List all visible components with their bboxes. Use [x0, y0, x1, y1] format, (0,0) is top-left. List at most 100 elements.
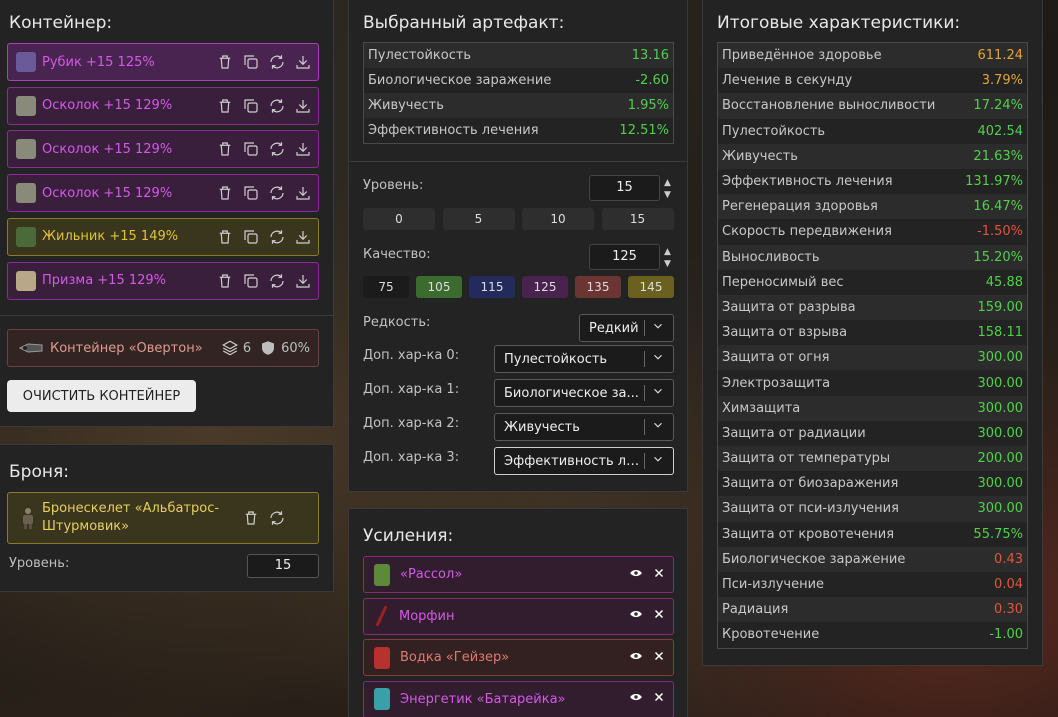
extra-stat-select[interactable]: Биологическое за... [494, 379, 674, 407]
eye-icon[interactable] [629, 566, 643, 584]
stat-value: -1.00 [989, 627, 1023, 643]
totals-title: Итоговые характеристики: [717, 13, 961, 33]
trash-icon[interactable] [242, 509, 260, 527]
level-preset-button[interactable]: 15 [601, 208, 674, 230]
stat-value: 0.30 [994, 602, 1023, 618]
level-preset-button[interactable]: 0 [363, 208, 435, 230]
refresh-icon[interactable] [268, 97, 286, 115]
level-up-icon[interactable]: ▲ [664, 178, 671, 188]
trash-icon[interactable] [216, 53, 234, 71]
stat-name: Живучесть [368, 98, 444, 113]
rarity-label: Редкость: [363, 315, 431, 330]
container-slot[interactable]: Осколок +15 129% [7, 174, 319, 213]
stat-row: Живучесть 1.95% [364, 93, 673, 118]
download-icon[interactable] [294, 53, 312, 71]
stat-row: Биологическое заражение 0.43 [718, 546, 1027, 572]
quality-preset-button[interactable]: 135 [575, 276, 621, 298]
bottle-icon [374, 646, 390, 669]
slot-label: Рубик +15 125% [42, 54, 155, 70]
quality-preset-button[interactable]: 115 [469, 276, 515, 298]
copy-icon[interactable] [242, 228, 260, 246]
refresh-icon[interactable] [268, 184, 286, 202]
selected-artifact-panel: Выбранный артефакт: Пулестойкость 13.16 Би… [348, 0, 688, 492]
level-input[interactable]: 15 [589, 175, 660, 201]
level-preset-button[interactable]: 5 [442, 208, 515, 230]
extra-stat-value: Пулестойкость [504, 351, 608, 367]
armor-icon [20, 507, 36, 529]
quality-preset-button[interactable]: 125 [522, 276, 568, 298]
eye-icon[interactable] [629, 607, 643, 625]
clear-container-button[interactable]: ОЧИСТИТЬ КОНТЕЙНЕР [7, 380, 196, 412]
refresh-icon[interactable] [268, 272, 286, 290]
download-icon[interactable] [294, 97, 312, 115]
close-icon[interactable] [653, 691, 665, 707]
trash-icon[interactable] [216, 184, 234, 202]
refresh-icon[interactable] [268, 509, 286, 527]
refresh-icon[interactable] [268, 140, 286, 158]
armor-level-input[interactable]: 15 [247, 554, 319, 578]
quality-preset-button[interactable]: 145 [628, 276, 674, 298]
close-icon[interactable] [653, 650, 665, 666]
armor-panel: Броня: Бронескелет «Альбатрос-Штурмовик»… [0, 444, 334, 592]
trash-icon[interactable] [216, 228, 234, 246]
boost-label: Водка «Гейзер» [400, 650, 510, 665]
rarity-select[interactable]: Редкий [579, 314, 674, 342]
copy-icon[interactable] [242, 140, 260, 158]
container-slot[interactable]: Осколок +15 129% [7, 130, 319, 169]
close-icon[interactable] [653, 608, 665, 624]
stat-row: Защита от температуры 200.00 [718, 446, 1027, 472]
extra-stat-select[interactable]: Пулестойкость [494, 345, 674, 373]
stat-value: 3.79% [981, 73, 1023, 89]
container-slot[interactable]: Осколок +15 129% [7, 86, 319, 125]
container-box[interactable]: Контейнер «Овертон» 6 60% [7, 329, 319, 367]
boosts-title: Усиления: [363, 526, 454, 546]
extra-stat-select[interactable]: Эффективность ле... [494, 447, 674, 475]
copy-icon[interactable] [242, 97, 260, 115]
refresh-icon[interactable] [268, 53, 286, 71]
stat-name: Защита от кровотечения [722, 526, 895, 542]
stat-value: -2.60 [635, 73, 669, 88]
quality-preset-button[interactable]: 105 [416, 276, 462, 298]
quality-preset-button[interactable]: 75 [363, 276, 409, 298]
stat-value: 300.00 [977, 400, 1024, 416]
boost-item[interactable]: Морфин [363, 597, 674, 635]
shard-artifact-icon [16, 139, 36, 160]
armor-level-label: Уровень: [9, 556, 70, 571]
download-icon[interactable] [294, 272, 312, 290]
container-slot[interactable]: Призма +15 129% [7, 261, 319, 300]
stat-value: 200.00 [977, 451, 1024, 467]
download-icon[interactable] [294, 228, 312, 246]
copy-icon[interactable] [242, 272, 260, 290]
copy-icon[interactable] [242, 184, 260, 202]
quality-down-icon[interactable]: ▼ [664, 259, 671, 269]
refresh-icon[interactable] [268, 228, 286, 246]
extra-stat-label: Доп. хар-ка 0: [363, 348, 460, 363]
container-slot[interactable]: Жильник +15 149% [7, 217, 319, 256]
extra-stat-select[interactable]: Живучесть [494, 413, 674, 441]
stat-value: 12.51% [619, 123, 669, 138]
trash-icon[interactable] [216, 272, 234, 290]
boost-item[interactable]: Водка «Гейзер» [363, 639, 674, 676]
container-slot[interactable]: Рубик +15 125% [7, 43, 319, 81]
quality-input[interactable]: 125 [589, 244, 660, 270]
slot-label: Осколок +15 129% [42, 185, 173, 201]
close-icon[interactable] [653, 567, 665, 583]
extra-stat-label: Доп. хар-ка 3: [363, 450, 460, 465]
level-preset-button[interactable]: 10 [522, 208, 594, 230]
boost-item[interactable]: Энергетик «Батарейка» [363, 680, 674, 717]
level-down-icon[interactable]: ▼ [664, 190, 671, 200]
boost-item[interactable]: «Рассол» [363, 556, 674, 593]
eye-icon[interactable] [629, 690, 643, 708]
download-icon[interactable] [294, 184, 312, 202]
slot-label: Осколок +15 129% [42, 141, 173, 157]
eye-icon[interactable] [629, 649, 643, 667]
quality-up-icon[interactable]: ▲ [664, 247, 671, 257]
trash-icon[interactable] [216, 97, 234, 115]
chevron-down-icon [651, 384, 669, 402]
stat-value: 131.97% [965, 174, 1023, 190]
container-protection-stat: 60% [259, 339, 310, 357]
armor-box[interactable]: Бронескелет «Альбатрос-Штурмовик» [7, 492, 319, 544]
trash-icon[interactable] [216, 140, 234, 158]
copy-icon[interactable] [242, 53, 260, 71]
download-icon[interactable] [294, 140, 312, 158]
